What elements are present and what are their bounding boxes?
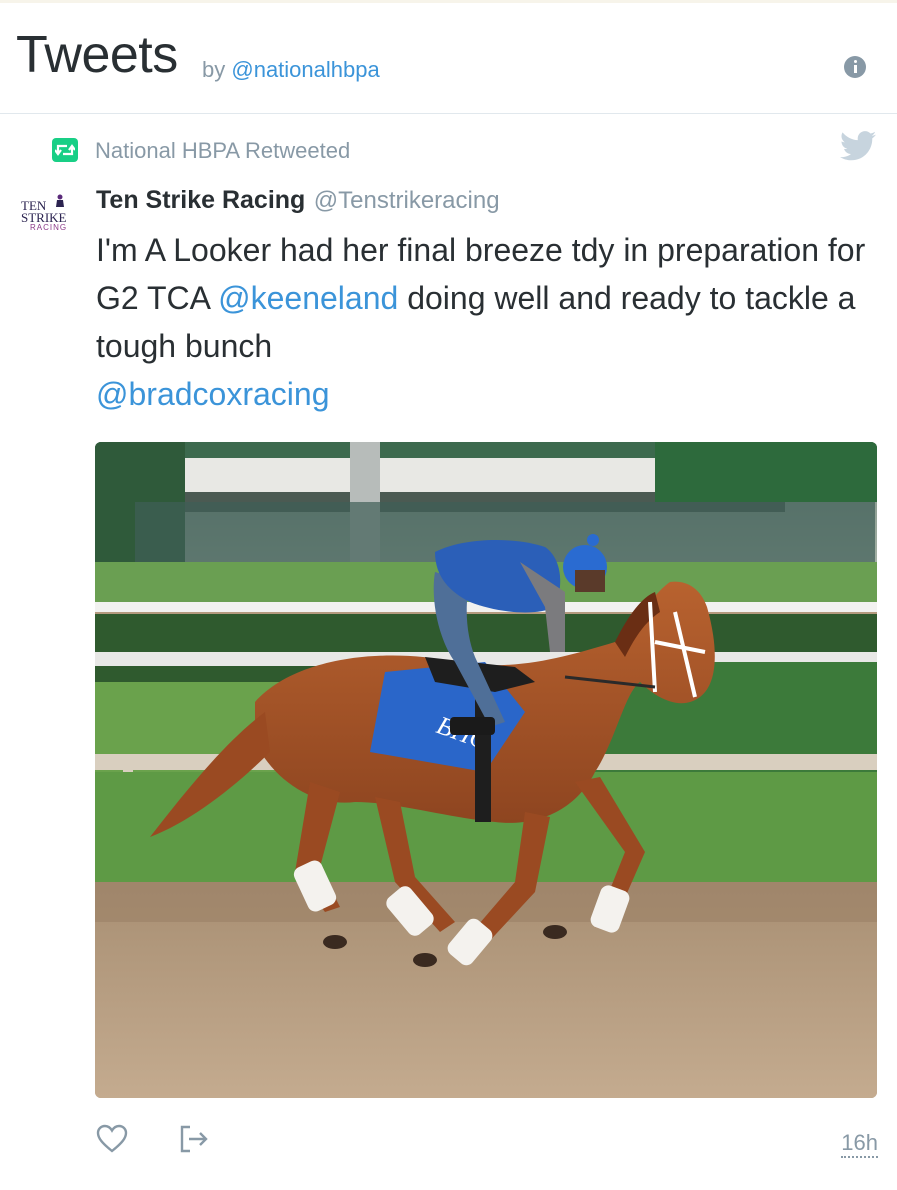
mention-link-keeneland[interactable]: @keeneland [218, 280, 398, 316]
mention-link-bradcoxracing[interactable]: @bradcoxracing [96, 376, 329, 412]
timeline-header: Tweets by @nationalhbpa [0, 3, 897, 114]
retweeted-by-label[interactable]: National HBPA Retweeted [95, 138, 350, 164]
author-avatar[interactable]: TEN STRIKE RACING [16, 188, 76, 248]
author-name[interactable]: Ten Strike Racing [96, 186, 305, 214]
author-handle[interactable]: @Tenstrikeracing [314, 187, 500, 214]
tweet-text: I'm A Looker had her final breeze tdy in… [96, 226, 876, 418]
timeline-byline: by @nationalhbpa [202, 57, 380, 83]
timeline-owner-link[interactable]: @nationalhbpa [231, 57, 379, 82]
byline-label: by [202, 57, 226, 82]
jockey-logo-icon [56, 194, 64, 207]
heart-icon[interactable] [96, 1124, 128, 1154]
avatar-line3: RACING [30, 223, 68, 232]
tweet-author[interactable]: Ten Strike Racing @Tenstrikeracing [96, 186, 500, 215]
twitter-bird-icon[interactable] [840, 130, 876, 162]
info-icon[interactable] [844, 56, 866, 78]
tweet-actions: 16h [96, 1124, 878, 1160]
timeline-title: Tweets [16, 26, 178, 84]
tweet-photo[interactable]: BHC [95, 442, 877, 1098]
tweet-timestamp[interactable]: 16h [841, 1132, 878, 1158]
share-icon[interactable] [178, 1124, 210, 1154]
retweet-icon [52, 138, 78, 162]
racehorse-photo: BHC [95, 442, 877, 1098]
